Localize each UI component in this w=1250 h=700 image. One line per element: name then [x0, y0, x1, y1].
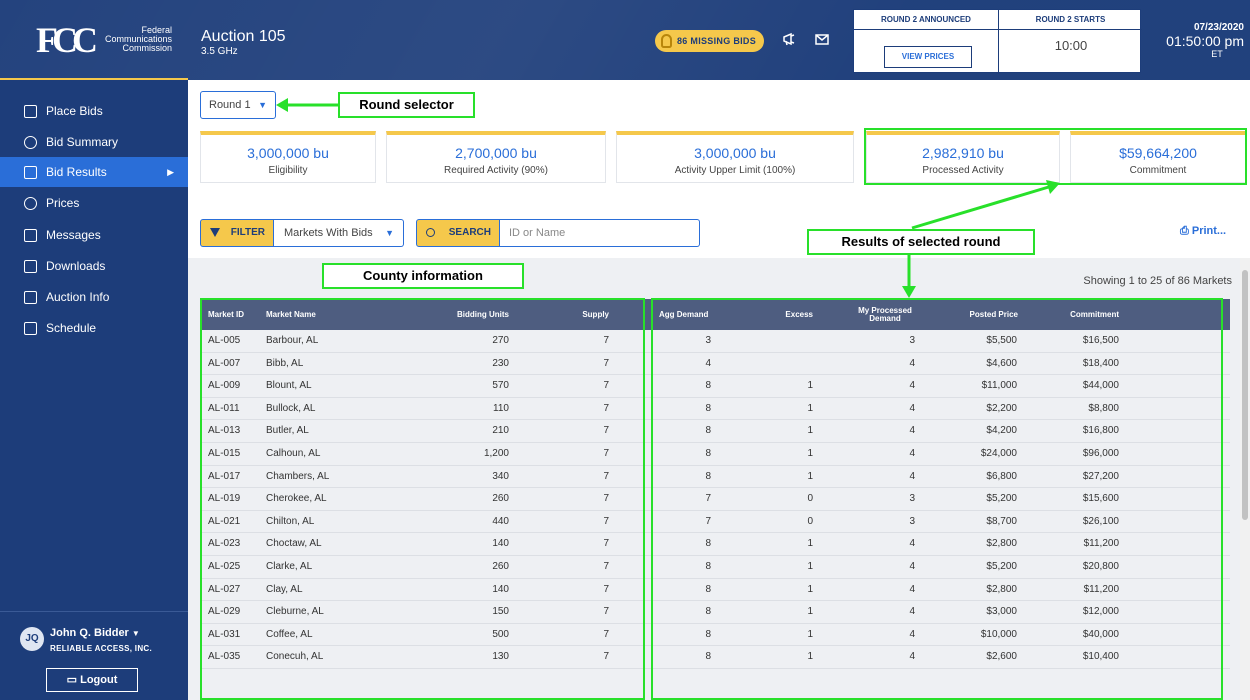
scrollbar-thumb[interactable]: [1242, 270, 1248, 520]
annotation-county-information: County information: [322, 263, 524, 289]
sidebar-item-bid-summary[interactable]: Bid Summary: [0, 127, 188, 157]
round-selector[interactable]: Round 1 ▼: [200, 91, 276, 119]
sidebar-item-messages[interactable]: Messages: [0, 220, 188, 250]
filter-select-value: Markets With Bids: [284, 227, 373, 239]
fcc-logo: FCC: [36, 20, 98, 60]
pagination-summary: Showing 1 to 25 of 86 Markets: [1083, 275, 1232, 287]
sidebar-item-auction-info[interactable]: Auction Info: [0, 282, 188, 312]
chevron-down-icon: ▼: [131, 629, 140, 638]
logout-icon: ▭: [66, 674, 81, 686]
sidebar-item-schedule[interactable]: Schedule: [0, 313, 188, 343]
card-label: Eligibility: [268, 165, 308, 176]
card-value: 3,000,000 bu: [694, 145, 776, 161]
annotation-arrow-results-table: [902, 254, 916, 298]
annotation-highlight-results-cards: [864, 128, 1247, 185]
summary-card-required-activity: 2,700,000 bu Required Activity (90%): [386, 131, 606, 183]
missing-bids-label: 86 MISSING BIDS: [677, 36, 757, 46]
view-prices-button[interactable]: VIEW PRICES: [884, 46, 972, 68]
chevron-right-icon: ▶: [167, 167, 174, 177]
user-name: John Q. Bidder: [50, 627, 129, 639]
auction-band: 3.5 GHz: [201, 46, 238, 57]
round-selector-value: Round 1: [209, 99, 251, 111]
org-line-3: Commission: [122, 43, 172, 53]
app-root: FCC Federal Communications Commission Au…: [0, 0, 1250, 700]
annotation-highlight-county-columns: [200, 298, 645, 700]
sidebar-item-bid-results[interactable]: Bid Results ▶: [0, 157, 188, 187]
logout-label: Logout: [80, 674, 118, 686]
round-starts-label: ROUND 2 STARTS: [999, 10, 1142, 30]
sidebar-item-place-bids[interactable]: Place Bids: [0, 96, 188, 126]
filter-select[interactable]: Markets With Bids ▼: [274, 219, 404, 247]
chevron-down-icon: ▼: [385, 228, 394, 238]
user-organization: RELIABLE ACCESS, INC.: [50, 644, 153, 653]
sidebar-item-label: Bid Summary: [46, 135, 119, 149]
chevron-down-icon: ▼: [258, 100, 267, 110]
summary-card-eligibility: 3,000,000 bu Eligibility: [200, 131, 376, 183]
dollar-icon: [24, 197, 37, 210]
filter-icon: [210, 228, 220, 237]
sidebar-item-label: Bid Results: [46, 165, 107, 179]
filter-button-label: FILTER: [230, 227, 265, 238]
card-value: 3,000,000 bu: [247, 145, 329, 161]
round-starts-panel: ROUND 2 STARTS 10:00: [998, 10, 1142, 74]
sidebar-item-label: Downloads: [46, 259, 106, 273]
card-label: Activity Upper Limit (100%): [674, 165, 796, 176]
round-start-time: 10:00: [1054, 38, 1088, 53]
card-label: Required Activity (90%): [444, 165, 548, 176]
sidebar: Place Bids Bid Summary Bid Results ▶ Pri…: [0, 80, 188, 700]
search-input[interactable]: [500, 219, 700, 247]
user-panel: JQ John Q. Bidder ▼ RELIABLE ACCESS, INC…: [0, 611, 188, 700]
sidebar-item-prices[interactable]: Prices: [0, 188, 188, 218]
card-value: 2,700,000 bu: [455, 145, 537, 161]
sidebar-item-label: Schedule: [46, 321, 97, 335]
round-announced-label: ROUND 2 ANNOUNCED: [854, 10, 998, 30]
envelope-icon: [24, 229, 37, 242]
printer-icon: ⎙: [1180, 225, 1189, 237]
annotation-results-of-selected-round: Results of selected round: [807, 229, 1035, 255]
lightbulb-icon: [661, 34, 672, 48]
print-label: Print...: [1191, 225, 1227, 237]
sidebar-item-label: Prices: [46, 196, 80, 210]
missing-bids-badge[interactable]: 86 MISSING BIDS: [655, 30, 765, 52]
sidebar-item-label: Auction Info: [46, 290, 110, 304]
round-status-box: ROUND 2 ANNOUNCED VIEW PRICES ROUND 2 ST…: [853, 9, 1142, 74]
annotation-arrow-round-selector: [276, 98, 338, 112]
annotation-arrow-results-cards: [911, 180, 1060, 230]
summary-card-activity-upper-limit: 3,000,000 bu Activity Upper Limit (100%): [616, 131, 854, 183]
annotation-round-selector: Round selector: [338, 92, 475, 118]
sidebar-item-label: Messages: [46, 228, 101, 242]
page-scrollbar[interactable]: [1240, 258, 1250, 700]
megaphone-icon[interactable]: [782, 31, 798, 47]
current-date: 07/23/2020: [1193, 22, 1244, 33]
calendar-icon: [24, 322, 37, 335]
search-button[interactable]: SEARCH: [416, 219, 500, 247]
filter-button[interactable]: FILTER: [200, 219, 274, 247]
search-button-label: SEARCH: [448, 227, 491, 238]
fcc-org-name: Federal Communications Commission: [94, 26, 172, 53]
current-time: 01:50:00 pm: [1166, 33, 1244, 49]
auction-title: Auction 105: [201, 28, 286, 45]
sidebar-item-downloads[interactable]: Downloads: [0, 251, 188, 281]
print-link[interactable]: ⎙ Print...: [1180, 225, 1226, 238]
clipboard-icon: [24, 291, 37, 304]
results-board-icon: [24, 166, 37, 179]
avatar: JQ: [20, 627, 44, 651]
header-clock: 07/23/2020 01:50:00 pm ET: [1150, 22, 1244, 59]
sidebar-item-label: Place Bids: [46, 104, 103, 118]
logout-button[interactable]: ▭ Logout: [46, 668, 138, 692]
download-icon: [24, 260, 37, 273]
annotation-highlight-results-columns: [651, 298, 1223, 700]
user-menu[interactable]: John Q. Bidder ▼: [50, 627, 140, 639]
top-header: FCC Federal Communications Commission Au…: [0, 0, 1250, 80]
round-announced-panel: ROUND 2 ANNOUNCED VIEW PRICES: [854, 10, 998, 74]
timezone: ET: [1211, 49, 1223, 59]
search-icon: [426, 228, 435, 237]
gavel-icon: [24, 105, 37, 118]
mail-icon[interactable]: [814, 31, 830, 47]
edit-icon: [24, 136, 37, 149]
